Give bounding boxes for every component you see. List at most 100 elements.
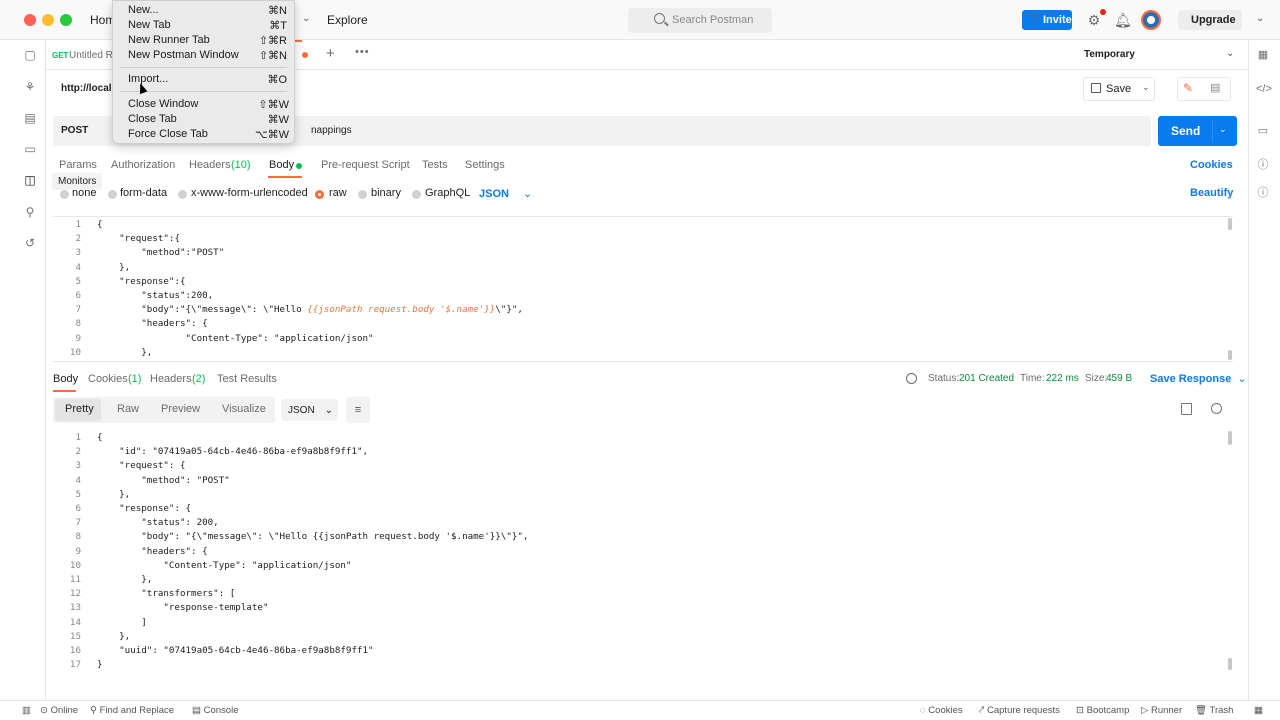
copy-icon[interactable] <box>1181 403 1192 415</box>
cookies-button[interactable]: ◌ Cookies <box>920 705 963 716</box>
shortcut-close-tab: ⌘W <box>267 114 289 126</box>
online-indicator[interactable]: ⊙ Online <box>40 705 78 716</box>
view-pretty[interactable]: Pretty <box>65 403 94 415</box>
tab-headers[interactable]: Headers <box>189 159 231 171</box>
code-line: "request":{ <box>97 233 180 245</box>
chevron-down-icon[interactable]: ⌄ <box>1219 124 1227 135</box>
radio-binary[interactable] <box>358 190 367 199</box>
method-select[interactable]: POST <box>61 125 88 136</box>
upgrade-button[interactable]: Upgrade <box>1178 10 1242 30</box>
request-name[interactable]: http://local <box>61 83 112 94</box>
zoom-window-button[interactable] <box>60 14 72 26</box>
line-number: 17 <box>69 659 81 671</box>
cookies-link[interactable]: Cookies <box>1190 159 1233 171</box>
pencil-icon[interactable]: ✎ <box>1183 81 1193 95</box>
minimize-window-button[interactable] <box>42 14 54 26</box>
size-value[interactable]: 459 B <box>1106 373 1132 384</box>
radio-raw[interactable] <box>315 190 324 199</box>
comments-icon[interactable]: ▭ <box>1256 124 1270 138</box>
search-input[interactable]: Search Postman <box>628 8 772 33</box>
save-response-button[interactable]: Save Response ⌄ <box>1150 372 1247 385</box>
new-tab-plus-icon[interactable]: + <box>326 45 335 62</box>
radio-form-data[interactable] <box>108 190 117 199</box>
menu-item-force-close-tab[interactable]: Force Close Tab <box>128 128 208 140</box>
history-icon[interactable]: ↺ <box>23 236 37 250</box>
code-line: "status": 200, <box>97 517 219 529</box>
resp-tab-cookies[interactable]: Cookies <box>88 373 128 385</box>
console-button[interactable]: ▤ Console <box>192 705 238 716</box>
gear-icon[interactable]: ⚙ <box>1086 12 1102 28</box>
radio-none[interactable] <box>60 190 69 199</box>
environment-selector[interactable]: Temporary <box>1084 49 1135 60</box>
menu-item-close-window[interactable]: Close Window <box>128 98 198 110</box>
collections-icon[interactable]: ▢ <box>23 48 37 62</box>
code-line: "response-template" <box>97 602 269 614</box>
menu-item-new-tab[interactable]: New Tab <box>128 19 171 31</box>
runner-button[interactable]: ▷ Runner <box>1141 705 1182 716</box>
more-tabs-icon[interactable]: ••• <box>355 46 370 58</box>
tab-tests[interactable]: Tests <box>422 159 448 171</box>
tab-params[interactable]: Params <box>59 159 97 171</box>
wrap-lines-icon[interactable]: ≡ <box>346 397 370 423</box>
resp-tab-body[interactable]: Body <box>53 373 78 385</box>
menu-item-new-window[interactable]: New Postman Window <box>128 49 239 61</box>
menu-item-new-runner-tab[interactable]: New Runner Tab <box>128 34 210 46</box>
view-visualize[interactable]: Visualize <box>222 403 266 415</box>
bootcamp-button[interactable]: ⊡ Bootcamp <box>1076 705 1129 716</box>
time-value[interactable]: 222 ms <box>1046 373 1079 384</box>
response-scrollbar-bottom[interactable] <box>1228 658 1232 670</box>
view-preview[interactable]: Preview <box>161 403 200 415</box>
menu-item-close-tab[interactable]: Close Tab <box>128 113 177 125</box>
tab-pre-request-script[interactable]: Pre-request Script <box>321 159 410 171</box>
info-icon[interactable]: ⓘ <box>1256 158 1270 172</box>
monitors-icon[interactable]: ◫ <box>23 173 37 187</box>
request-scrollbar[interactable] <box>1228 218 1232 230</box>
tab-authorization[interactable]: Authorization <box>111 159 175 171</box>
mock-servers-icon[interactable]: ▭ <box>23 142 37 156</box>
tab-body[interactable]: Body <box>269 159 294 171</box>
code-line: "method": "POST" <box>97 474 230 486</box>
chevron-down-icon[interactable]: ⌄ <box>1142 82 1150 93</box>
body-format-select[interactable]: JSON ⌄ <box>479 187 532 200</box>
layout-icon[interactable]: ▦ <box>1254 705 1263 716</box>
globe-icon[interactable] <box>906 373 917 384</box>
toggle-sidebar-icon[interactable]: ▥ <box>22 705 31 716</box>
environments-icon[interactable]: ▤ <box>23 111 37 125</box>
response-scrollbar[interactable] <box>1228 431 1232 445</box>
close-window-button[interactable] <box>24 14 36 26</box>
flows-icon[interactable]: ⚲ <box>23 205 37 219</box>
beautify-link[interactable]: Beautify <box>1190 187 1233 199</box>
avatar[interactable] <box>1141 10 1161 30</box>
workspace-settings-icon[interactable]: ▦ <box>1256 48 1270 62</box>
chevron-down-icon[interactable]: ⌄ <box>1226 48 1234 59</box>
menu-item-import[interactable]: Import... <box>128 73 168 85</box>
search-icon[interactable] <box>1211 403 1222 414</box>
response-format-select[interactable]: JSON ⌄ <box>281 399 338 421</box>
chevron-down-icon[interactable]: ⌄ <box>302 13 310 24</box>
bootcamp-icon: ⊡ <box>1076 705 1087 716</box>
view-raw[interactable]: Raw <box>117 403 139 415</box>
nav-explore[interactable]: Explore <box>327 13 368 27</box>
line-number: 3 <box>75 460 81 472</box>
menu-item-new[interactable]: New... <box>128 4 159 16</box>
resp-tab-test-results[interactable]: Test Results <box>217 373 277 385</box>
find-replace-button[interactable]: ⚲ Find and Replace <box>90 705 174 716</box>
apis-icon[interactable]: ⚘ <box>23 80 37 94</box>
tab-settings[interactable]: Settings <box>465 159 505 171</box>
status-value[interactable]: 201 Created <box>959 373 1014 384</box>
trash-button[interactable]: 🗑︎ Trash <box>1195 705 1233 716</box>
radio-graphql[interactable] <box>412 190 421 199</box>
code-icon[interactable]: </> <box>1256 82 1272 96</box>
chevron-down-icon[interactable]: ⌄ <box>1256 13 1264 24</box>
tab-method-badge: GET <box>52 51 69 60</box>
radio-urlencoded[interactable] <box>178 190 187 199</box>
resp-tab-headers[interactable]: Headers <box>150 373 192 385</box>
request-scrollbar-bottom[interactable] <box>1228 350 1232 360</box>
code-line: "uuid": "07419a05-64cb-4e46-86ba-ef9a8b8… <box>97 645 374 656</box>
bell-icon[interactable]: 🔔︎ <box>1114 12 1132 28</box>
code-line: } <box>97 659 103 671</box>
capture-requests-button[interactable]: ⤤ Capture requests <box>979 705 1060 716</box>
documentation-icon[interactable]: ⓘ <box>1256 186 1270 200</box>
shortcut-close-window: ⇧⌘W <box>258 99 289 111</box>
document-icon[interactable]: ▤ <box>1210 81 1220 94</box>
